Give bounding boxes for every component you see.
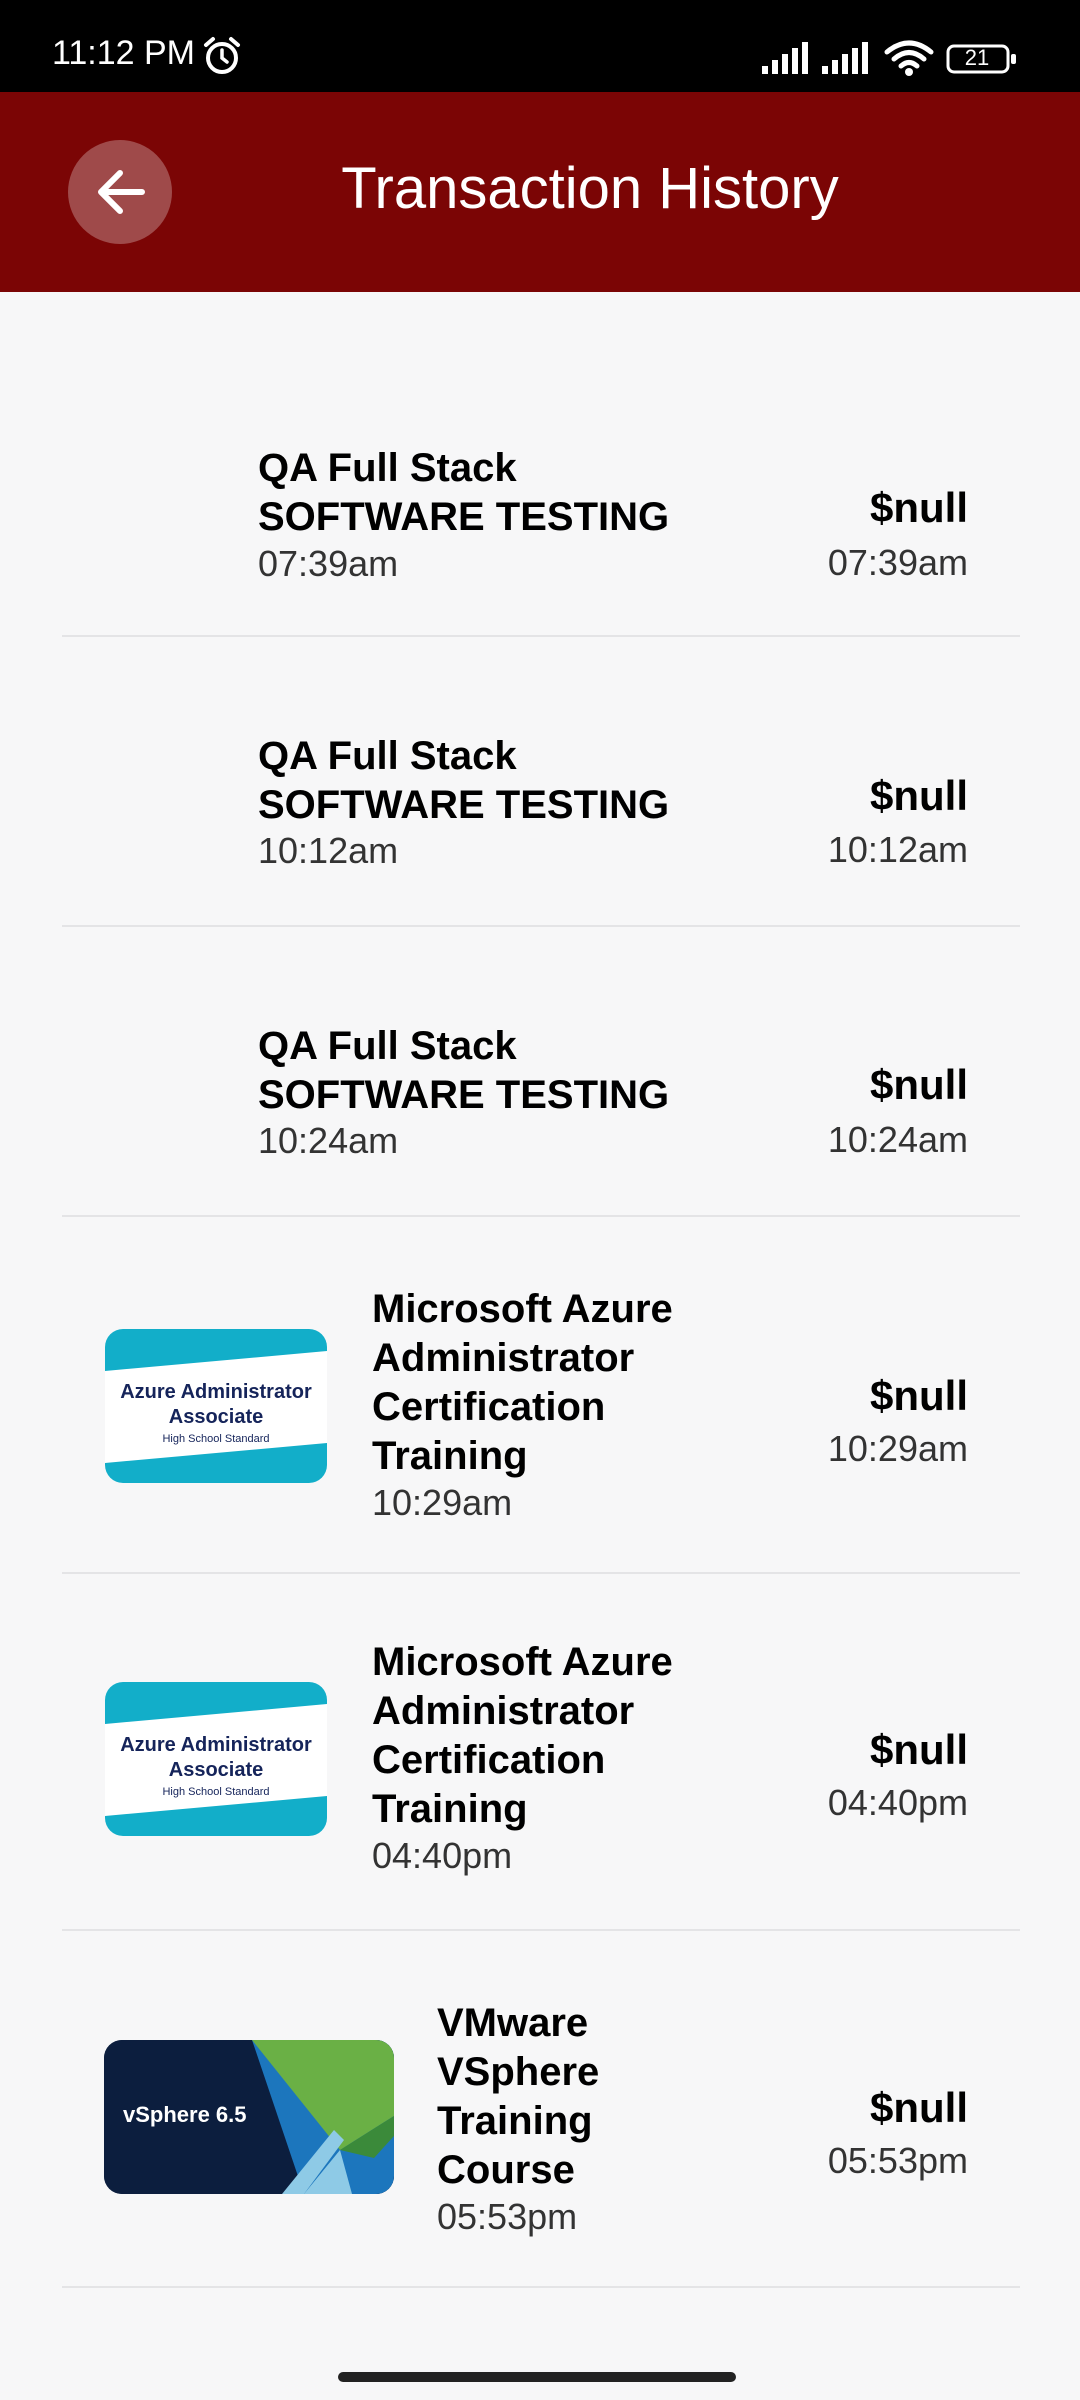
transaction-title: VMware VSphere Training Course — [437, 2001, 600, 2192]
thumbnail-caption: High School Standard — [162, 1433, 270, 1445]
app-bar: Transaction History — [0, 92, 1080, 292]
transaction-price: $null — [869, 2084, 968, 2131]
transaction-price: $null — [869, 1726, 968, 1773]
transaction-time: 10:29am — [372, 1482, 513, 1523]
transaction-time: 07:39am — [258, 543, 399, 584]
transaction-time-right: 10:24am — [827, 1119, 968, 1160]
thumbnail-text: Azure Administrator — [120, 1734, 312, 1756]
transaction-time: 05:53pm — [437, 2196, 578, 2237]
wifi-icon — [884, 40, 934, 76]
thumbnail-text: Associate — [168, 1406, 264, 1428]
battery-level: 21 — [964, 45, 990, 70]
status-time: 11:12 PM — [52, 34, 196, 72]
transaction-title: QA Full Stack SOFTWARE TESTING — [258, 446, 670, 539]
course-thumbnail: vSphere 6.5 — [104, 2040, 394, 2194]
course-thumbnail: Azure Administrator Associate High Schoo… — [105, 1329, 327, 1483]
thumbnail-caption: High School Standard — [162, 1786, 270, 1798]
transaction-row[interactable]: Azure Administrator Associate High Schoo… — [62, 1217, 1020, 1574]
transaction-time: 10:24am — [258, 1120, 399, 1161]
transaction-row[interactable]: QA Full Stack SOFTWARE TESTING 10:24am $… — [62, 927, 1020, 1217]
transaction-time: 10:12am — [258, 830, 399, 871]
transaction-time-right: 05:53pm — [827, 2140, 968, 2181]
transaction-title: Microsoft Azure Administrator Certificat… — [372, 1640, 673, 1831]
transaction-price: $null — [869, 772, 968, 819]
transaction-time-right: 10:29am — [827, 1428, 968, 1469]
transaction-price: $null — [869, 484, 968, 531]
page-title: Transaction History — [341, 156, 839, 221]
transaction-time-right: 07:39am — [827, 542, 968, 583]
transaction-row[interactable]: Azure Administrator Associate High Schoo… — [62, 1574, 1020, 1931]
thumbnail-text: Associate — [168, 1759, 264, 1781]
home-indicator[interactable] — [338, 2372, 736, 2382]
signal-icon — [762, 42, 808, 74]
transaction-row[interactable]: vSphere 6.5 VMware VSphere Training Cour… — [62, 1931, 1020, 2288]
transaction-row[interactable]: QA Full Stack SOFTWARE TESTING 07:39am $… — [62, 292, 1020, 637]
transaction-title: QA Full Stack SOFTWARE TESTING — [258, 734, 670, 827]
transaction-row[interactable]: QA Full Stack SOFTWARE TESTING 10:12am $… — [62, 637, 1020, 927]
thumbnail-text: vSphere 6.5 — [123, 2102, 247, 2127]
signal-icon — [822, 42, 868, 74]
status-bar: 11:12 PM 21 — [0, 0, 1080, 92]
transaction-time-right: 10:12am — [827, 829, 968, 870]
alarm-icon — [204, 37, 240, 74]
transaction-price: $null — [869, 1061, 968, 1108]
transaction-time-right: 04:40pm — [827, 1782, 968, 1823]
transaction-title: QA Full Stack SOFTWARE TESTING — [258, 1024, 670, 1117]
transaction-time: 04:40pm — [372, 1835, 513, 1876]
transaction-price: $null — [869, 1372, 968, 1419]
transaction-title: Microsoft Azure Administrator Certificat… — [372, 1287, 673, 1478]
thumbnail-text: Azure Administrator — [120, 1381, 312, 1403]
course-thumbnail: Azure Administrator Associate High Schoo… — [105, 1682, 327, 1836]
